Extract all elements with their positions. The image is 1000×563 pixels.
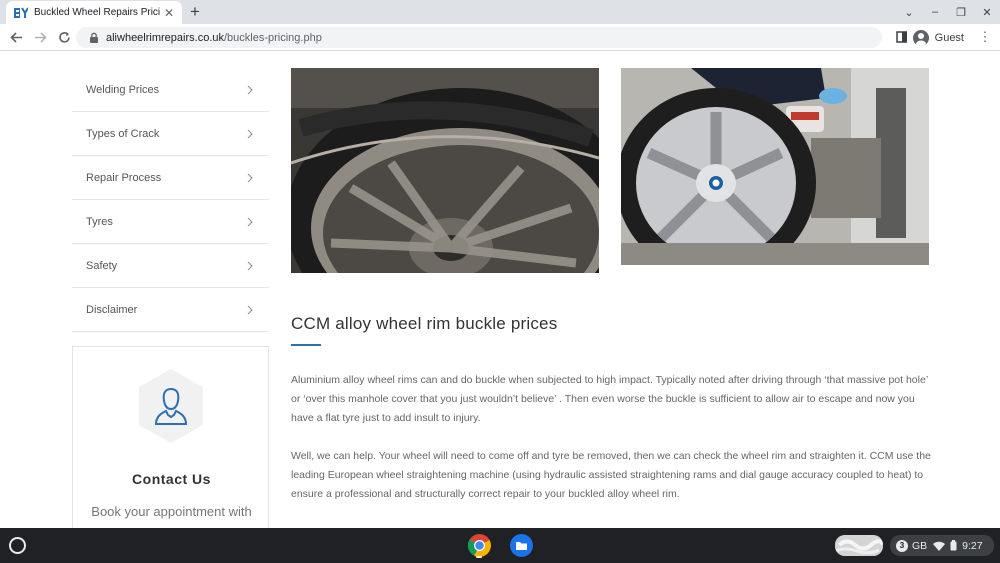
profile-button[interactable]: Guest [906, 27, 970, 48]
contact-subtitle: Book your appointment with [91, 504, 252, 519]
tab-title: Buckled Wheel Repairs Pricing | A [34, 7, 160, 18]
bmw-wheel-straightening-photo [621, 68, 929, 265]
contact-person-icon [139, 369, 203, 443]
sidebar-item-types-of-crack[interactable]: Types of Crack [72, 112, 269, 156]
window-controls: ⌄ – ❐ ✕ [896, 0, 1000, 24]
sidebar-item-repair-process[interactable]: Repair Process [72, 156, 269, 200]
chevron-right-icon [247, 261, 253, 270]
sidebar-item-disclaimer[interactable]: Disclaimer [72, 288, 269, 332]
notification-count-badge: 3 [896, 539, 908, 552]
contact-card: Contact Us Book your appointment with [72, 346, 269, 528]
chevron-right-icon [247, 85, 253, 94]
chrome-app-icon[interactable] [467, 533, 492, 558]
battery-icon [950, 540, 957, 551]
url-domain: aliwheelrimrepairs.co.uk [106, 31, 224, 44]
tab-search-icon[interactable]: ⌄ [896, 6, 922, 19]
buckled-tyre-photo [291, 68, 599, 273]
sidebar-item-label: Safety [86, 259, 118, 272]
forward-icon[interactable] [28, 25, 52, 49]
reload-icon[interactable] [52, 25, 76, 49]
tab-strip: Buckled Wheel Repairs Pricing | A ✕ + ⌄ … [0, 0, 1000, 24]
guest-avatar-icon [912, 29, 929, 46]
site-favicon-icon [14, 6, 28, 18]
profile-label: Guest [934, 31, 964, 44]
chevron-right-icon [247, 217, 253, 226]
clock-time: 9:27 [962, 539, 983, 552]
back-icon[interactable] [4, 25, 28, 49]
chevron-right-icon [247, 173, 253, 182]
sidebar-item-label: Disclaimer [86, 303, 138, 316]
browser-toolbar: aliwheelrimrepairs.co.uk/buckles-pricing… [0, 24, 1000, 51]
maximize-icon[interactable]: ❐ [948, 6, 974, 19]
app-running-indicator [476, 556, 482, 558]
sidebar-item-tyres[interactable]: Tyres [72, 200, 269, 244]
tote-holding-space-icon[interactable] [835, 535, 883, 556]
os-taskbar: 3 GB 9:27 [0, 528, 1000, 563]
minimize-icon[interactable]: – [922, 6, 948, 18]
sidebar-item-label: Types of Crack [86, 127, 160, 140]
sidebar-item-safety[interactable]: Safety [72, 244, 269, 288]
sidebar-item-label: Repair Process [86, 171, 162, 184]
body-paragraph: Aluminium alloy wheel rims can and do bu… [291, 374, 928, 424]
url-path: /buckles-pricing.php [224, 31, 322, 44]
sidebar-item-welding-prices[interactable]: Welding Prices [72, 68, 269, 112]
address-bar[interactable]: aliwheelrimrepairs.co.uk/buckles-pricing… [76, 27, 882, 48]
heading-underline [291, 344, 321, 346]
wifi-icon [933, 541, 946, 551]
chevron-right-icon [247, 129, 253, 138]
close-window-icon[interactable]: ✕ [974, 6, 1000, 19]
new-tab-icon[interactable]: + [190, 2, 200, 22]
lock-icon [90, 32, 98, 43]
storage-label: GB [912, 539, 928, 552]
page-content: Welding Prices Types of Crack Repair Pro… [0, 52, 1000, 528]
body-paragraph: Well, we can help. Your wheel will need … [291, 450, 931, 500]
sidebar-item-label: Welding Prices [86, 83, 160, 96]
browser-menu-icon[interactable]: ⋮ [978, 30, 992, 43]
launcher-icon[interactable] [9, 537, 26, 554]
sidebar-menu: Welding Prices Types of Crack Repair Pro… [72, 68, 269, 332]
contact-title: Contact Us [132, 471, 211, 487]
sidebar-item-label: Tyres [86, 215, 113, 228]
chevron-right-icon [247, 305, 253, 314]
files-app-icon[interactable] [509, 533, 534, 558]
tab-close-icon[interactable]: ✕ [164, 6, 174, 20]
browser-tab[interactable]: Buckled Wheel Repairs Pricing | A ✕ [6, 1, 182, 24]
page-heading: CCM alloy wheel rim buckle prices [291, 314, 558, 333]
system-tray[interactable]: 3 GB 9:27 [890, 535, 994, 556]
url-text: aliwheelrimrepairs.co.uk/buckles-pricing… [106, 32, 322, 44]
